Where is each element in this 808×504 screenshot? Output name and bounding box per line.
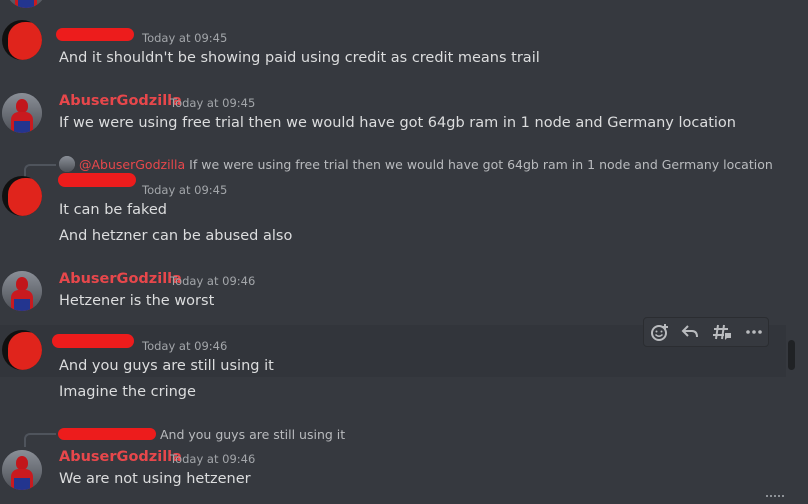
message-text: And hetzner can be abused also [59, 228, 293, 244]
message-actions-toolbar [643, 317, 769, 347]
scrollbar-thumb[interactable] [788, 340, 795, 370]
add-reaction-icon[interactable] [646, 320, 674, 344]
message-text: We are not using hetzener [59, 471, 251, 487]
reply-author-redaction [58, 428, 156, 440]
message-text: And you guys are still using it [59, 358, 274, 374]
reply-spine [24, 164, 56, 178]
message-timestamp[interactable]: Today at 09:46 [170, 452, 255, 466]
username[interactable]: AbuserGodzilla [59, 449, 182, 465]
message-text: And it shouldn't be showing paid using c… [59, 50, 540, 66]
message-text: If we were using free trial then we woul… [59, 115, 736, 131]
avatar[interactable] [2, 93, 42, 133]
username-redaction [58, 173, 136, 187]
reply-text: And you guys are still using it [160, 427, 346, 442]
reply-icon[interactable] [676, 320, 704, 344]
reply-preview[interactable]: And you guys are still using it [160, 427, 345, 442]
reply-text: If we were using free trial then we woul… [189, 157, 773, 172]
typing-indicator-icon [766, 495, 784, 501]
create-thread-icon[interactable] [708, 320, 736, 344]
message-timestamp[interactable]: Today at 09:46 [142, 339, 227, 353]
message-timestamp[interactable]: Today at 09:45 [142, 31, 227, 45]
message-text: It can be faked [59, 202, 167, 218]
username[interactable]: AbuserGodzilla [59, 271, 182, 287]
reply-preview[interactable]: @AbuserGodzilla If we were using free tr… [79, 157, 773, 172]
message-timestamp[interactable]: Today at 09:45 [170, 96, 255, 110]
message-text: Imagine the cringe [59, 384, 196, 400]
avatar[interactable] [2, 450, 42, 490]
avatar[interactable] [2, 20, 42, 60]
reply-spine [24, 433, 56, 447]
avatar[interactable] [6, 0, 46, 8]
avatar[interactable] [2, 271, 42, 311]
username-redaction [52, 334, 134, 348]
avatar[interactable] [2, 176, 42, 216]
message-timestamp[interactable]: Today at 09:45 [142, 183, 227, 197]
message-timestamp[interactable]: Today at 09:46 [170, 274, 255, 288]
more-icon[interactable] [740, 320, 768, 344]
username-redaction [56, 28, 134, 41]
avatar[interactable] [2, 330, 42, 370]
reply-avatar [59, 156, 75, 172]
message-text: Hetzener is the worst [59, 293, 215, 309]
reply-author[interactable]: @AbuserGodzilla [79, 157, 185, 172]
username[interactable]: AbuserGodzilla [59, 93, 182, 109]
